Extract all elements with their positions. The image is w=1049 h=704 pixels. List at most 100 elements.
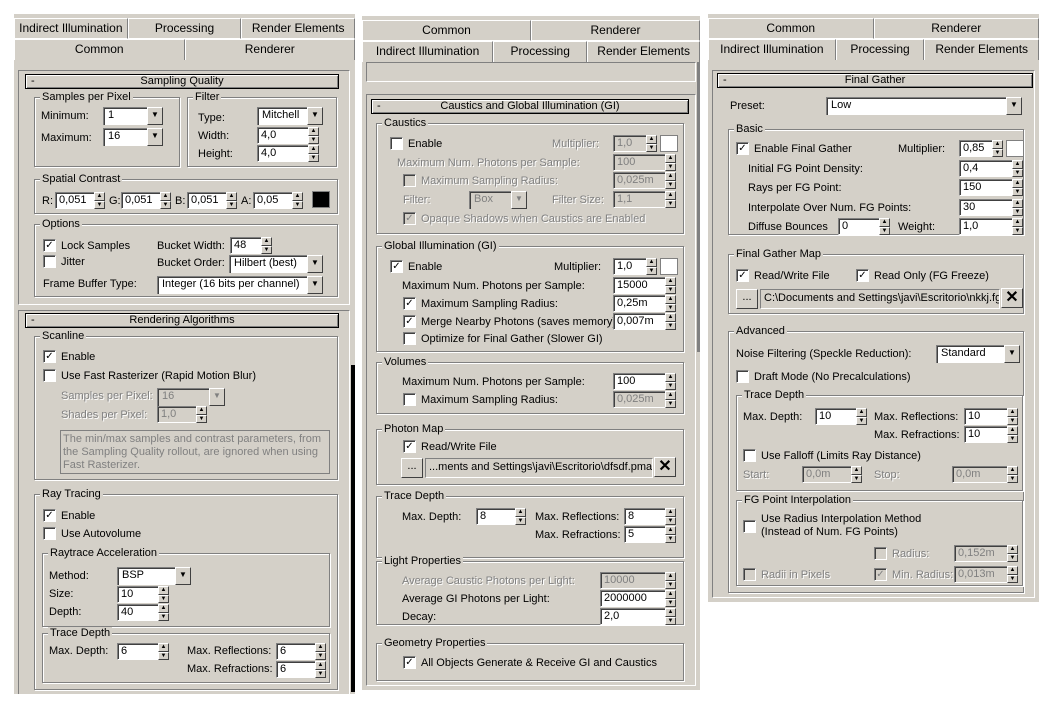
contrast-b-spinner[interactable]: 0,051 ▲ ▼: [187, 192, 237, 209]
use-falloff-checkbox[interactable]: [743, 449, 756, 462]
tab-renderer[interactable]: Renderer: [531, 20, 700, 41]
caustics-max-radius-checkbox[interactable]: [403, 174, 416, 187]
filter-height-spinner[interactable]: 4,0 ▲ ▼: [257, 145, 319, 162]
noise-filtering-dropdown[interactable]: Standard ▼: [936, 345, 1020, 363]
fg-color-swatch[interactable]: [1006, 140, 1024, 157]
enable-fg-checkbox[interactable]: ✓: [736, 142, 749, 155]
frame-buffer-dropdown[interactable]: Integer (16 bits per channel) ▼: [157, 276, 323, 294]
caustics-filter-dropdown[interactable]: Box ▼: [469, 191, 527, 209]
max-refractions-spinner[interactable]: 6 ▲ ▼: [276, 661, 326, 678]
vol-max-radius-checkbox[interactable]: [403, 393, 416, 406]
caustics-enable-checkbox[interactable]: [390, 137, 403, 150]
tab-common[interactable]: Common: [362, 20, 531, 41]
gi-enable-checkbox[interactable]: ✓: [390, 260, 403, 273]
contrast-a-spinner[interactable]: 0,05 ▲ ▼: [253, 192, 303, 209]
falloff-stop-spinner[interactable]: 0,0m ▲ ▼: [952, 466, 1018, 483]
lock-samples-checkbox[interactable]: ✓: [43, 239, 56, 252]
gi-merge-spinner[interactable]: 0,007m ▲ ▼: [613, 313, 676, 330]
fg-density-spinner[interactable]: 0,4 ▲ ▼: [959, 160, 1023, 177]
td-max-refractions-spinner[interactable]: 5 ▲ ▼: [624, 526, 676, 543]
maximum-samples-dropdown[interactable]: 16 ▼: [103, 128, 163, 146]
raytrace-depth-spinner[interactable]: 40 ▲ ▼: [117, 604, 169, 621]
gi-max-radius-checkbox[interactable]: ✓: [403, 297, 416, 310]
samples-per-pixel-dropdown[interactable]: 16 ▼: [157, 388, 225, 406]
gi-merge-checkbox[interactable]: ✓: [403, 315, 416, 328]
fg-map-browse-button[interactable]: ...: [736, 289, 758, 309]
bucket-order-dropdown[interactable]: Hilbert (best) ▼: [229, 255, 323, 273]
rollout-final-gather[interactable]: - Final Gather: [717, 73, 1033, 88]
tab-renderer[interactable]: Renderer: [873, 18, 1039, 39]
panel1-scrollbar[interactable]: [351, 365, 355, 692]
gi-multiplier-spinner[interactable]: 1,0 ▲ ▼: [613, 258, 657, 275]
fg-weight-spinner[interactable]: 1,0 ▲ ▼: [959, 218, 1023, 235]
fast-rasterizer-checkbox[interactable]: [43, 369, 56, 382]
caustics-max-radius-spinner[interactable]: 0,025m ▲ ▼: [613, 172, 676, 189]
tab-common[interactable]: Common: [14, 39, 185, 60]
tab-processing[interactable]: Processing: [127, 18, 242, 39]
tab-renderer[interactable]: Renderer: [184, 39, 355, 60]
fg-map-ro-checkbox[interactable]: ✓: [856, 269, 869, 282]
radii-pixels-checkbox[interactable]: [743, 568, 756, 581]
avg-caustic-photons-spinner[interactable]: 10000 ▲ ▼: [600, 572, 676, 589]
tab-common[interactable]: Common: [708, 18, 874, 39]
caustics-max-photons-spinner[interactable]: 100 ▲ ▼: [613, 154, 676, 171]
td-max-reflections-spinner[interactable]: 8 ▲ ▼: [624, 508, 676, 525]
max-reflections-spinner[interactable]: 6 ▲ ▼: [276, 643, 326, 660]
autovolume-checkbox[interactable]: [43, 527, 56, 540]
tab-processing[interactable]: Processing: [835, 39, 925, 60]
radius-interp-checkbox[interactable]: [743, 520, 756, 533]
scanline-enable-checkbox[interactable]: ✓: [43, 350, 56, 363]
shades-per-pixel-spinner[interactable]: 1,0 ▲ ▼: [157, 406, 207, 423]
contrast-g-spinner[interactable]: 0,051 ▲ ▼: [121, 192, 171, 209]
tab-indirect-illumination[interactable]: Indirect Illumination: [14, 18, 128, 39]
tab-render-elements[interactable]: Render Elements: [241, 18, 355, 39]
rollout-caustics-gi[interactable]: - Caustics and Global Illumination (GI): [371, 99, 689, 114]
rollout-sampling-quality[interactable]: - Sampling Quality: [25, 74, 339, 89]
contrast-r-spinner[interactable]: 0,051 ▲ ▼: [55, 192, 105, 209]
bucket-width-spinner[interactable]: 48 ▲ ▼: [230, 237, 272, 254]
min-radius-checkbox[interactable]: ✓: [874, 568, 887, 581]
radius-checkbox[interactable]: [874, 547, 887, 560]
photon-map-rw-checkbox[interactable]: ✓: [403, 440, 416, 453]
gi-color-swatch[interactable]: [660, 258, 678, 275]
panel2-scrollbar[interactable]: [697, 62, 700, 352]
gi-max-radius-spinner[interactable]: 0,25m ▲ ▼: [613, 295, 676, 312]
fg-max-refractions-spinner[interactable]: 10 ▲ ▼: [964, 426, 1018, 443]
raytrace-method-dropdown[interactable]: BSP ▼: [117, 567, 191, 585]
fg-bounces-spinner[interactable]: 0 ▲ ▼: [838, 218, 890, 235]
photon-map-clear-icon[interactable]: ✕: [654, 457, 676, 477]
tab-render-elements[interactable]: Render Elements: [924, 39, 1039, 60]
fg-preset-dropdown[interactable]: Low ▼: [826, 97, 1022, 115]
all-objects-gi-checkbox[interactable]: ✓: [403, 656, 416, 669]
avg-gi-photons-spinner[interactable]: 2000000 ▲ ▼: [600, 590, 676, 607]
caustics-color-swatch[interactable]: [660, 135, 678, 152]
falloff-start-spinner[interactable]: 0,0m ▲ ▼: [802, 466, 862, 483]
fg-max-reflections-spinner[interactable]: 10 ▲ ▼: [964, 408, 1018, 425]
photon-map-browse-button[interactable]: ...: [401, 458, 423, 478]
gi-optimize-checkbox[interactable]: [403, 332, 416, 345]
photon-map-path-field[interactable]: ...ments and Settings\javi\Escritorio\df…: [425, 458, 653, 478]
min-radius-spinner[interactable]: 0,013m ▲ ▼: [954, 566, 1018, 583]
gi-max-photons-spinner[interactable]: 15000 ▲ ▼: [613, 277, 676, 294]
max-depth-spinner[interactable]: 6 ▲ ▼: [117, 643, 169, 660]
radius-spinner[interactable]: 0,152m ▲ ▼: [954, 545, 1018, 562]
fg-map-clear-icon[interactable]: ✕: [1001, 288, 1023, 308]
fg-map-rw-checkbox[interactable]: ✓: [736, 269, 749, 282]
tab-render-elements[interactable]: Render Elements: [587, 41, 700, 62]
caustics-multiplier-spinner[interactable]: 1,0 ▲ ▼: [613, 135, 657, 152]
jitter-checkbox[interactable]: [43, 255, 56, 268]
tab-indirect-illumination[interactable]: Indirect Illumination: [362, 41, 494, 62]
vol-max-photons-spinner[interactable]: 100 ▲ ▼: [613, 373, 676, 390]
caustics-filter-size-spinner[interactable]: 1,1 ▲ ▼: [613, 191, 676, 208]
tab-processing[interactable]: Processing: [493, 41, 588, 62]
fg-interp-spinner[interactable]: 30 ▲ ▼: [959, 199, 1023, 216]
caustics-opaque-checkbox[interactable]: ✓: [403, 212, 416, 225]
filter-width-spinner[interactable]: 4,0 ▲ ▼: [257, 127, 319, 144]
fg-multiplier-spinner[interactable]: 0,85 ▲ ▼: [959, 140, 1003, 157]
decay-spinner[interactable]: 2,0 ▲ ▼: [600, 608, 676, 625]
td-max-depth-spinner[interactable]: 8 ▲ ▼: [476, 508, 526, 525]
vol-max-radius-spinner[interactable]: 0,025m ▲ ▼: [613, 391, 676, 408]
raytrace-size-spinner[interactable]: 10 ▲ ▼: [117, 586, 169, 603]
fg-map-path-field[interactable]: C:\Documents and Settings\javi\Escritori…: [760, 289, 1000, 309]
fg-rays-spinner[interactable]: 150 ▲ ▼: [959, 179, 1023, 196]
